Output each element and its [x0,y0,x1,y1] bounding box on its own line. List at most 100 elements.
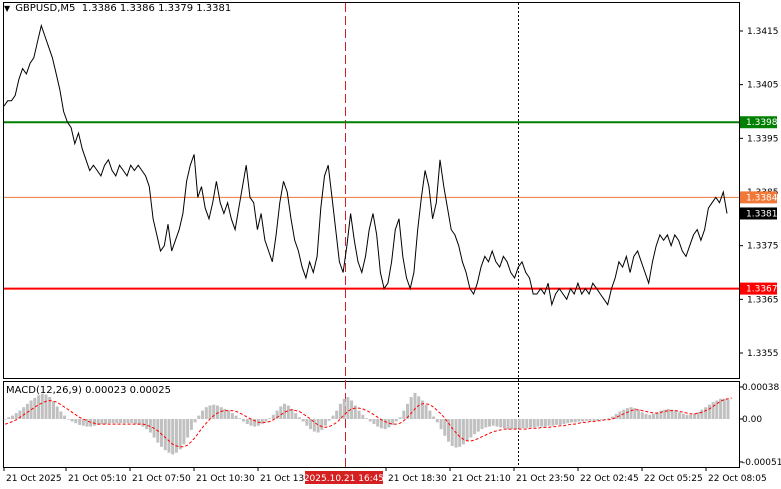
macd-bar [625,408,629,419]
macd-bar [3,419,7,420]
macd-bar [510,419,514,430]
time-tick-label: 21 Oct 18:30 [388,474,447,484]
macd-bar [365,418,368,419]
macd-bar [335,410,339,419]
macd-bar [52,401,55,419]
ohlc-values: 1.3386 1.3386 1.3379 1.3381 [81,3,232,14]
macd-bar [89,419,93,427]
macd-bar [346,397,350,419]
macd-bar [543,419,547,427]
macd-bar [514,419,518,430]
macd-bar [361,414,365,419]
macd-bar [409,397,413,419]
macd-bar [443,419,447,436]
macd-bar [726,399,730,419]
macd-bar [607,418,611,419]
macd-bar [447,419,450,442]
macd-bar [70,419,74,422]
macd-bar [588,419,592,421]
macd-bar [648,414,652,419]
macd-bar [570,419,573,423]
price-tick-label: 1.3355 [747,349,779,359]
macd-bar [134,419,137,425]
macd-bar [488,419,491,427]
macd-bar [555,419,559,425]
macd-bar [420,400,424,419]
macd-bar [499,419,503,428]
macd-bar [238,418,242,419]
macd-bar [145,419,149,430]
dropdown-triangle-icon[interactable]: ▼ [4,4,12,13]
macd-bar [271,414,275,419]
macd-bar [495,419,499,427]
macd-bar [435,419,439,423]
macd-bar [44,394,48,419]
macd-bar [517,419,521,429]
macd-bar [577,419,581,422]
macd-bar [279,406,283,419]
macd-bar [562,419,566,425]
macd-bar [174,419,178,453]
macd-bar [521,419,525,429]
macd-bar [398,417,402,419]
price-tick-label: 1.3395 [747,134,779,144]
macd-bar [473,419,477,435]
macd-bar [264,419,268,422]
macd-bar [678,412,682,419]
macd-bar [126,419,130,424]
macd-bar [439,419,443,430]
price-tick-label: 1.3365 [747,295,779,305]
macd-bar [74,419,78,424]
macd-bar [424,404,428,419]
macd-bar [55,406,59,419]
macd-bar [320,419,324,430]
symbol-label: GBPUSD,M5 [15,3,76,14]
macd-bar [186,419,190,438]
macd-bar [260,419,264,425]
macd-bar [547,419,551,426]
macd-bar [66,419,70,420]
macd-bar [376,419,380,427]
macd-bar [693,413,696,419]
macd-bar [107,419,111,424]
macd-bar [432,416,436,419]
macd-bar [461,419,465,445]
macd-bar [551,419,555,426]
macd-title: MACD(12,26,9) 0.00023 0.00025 [6,385,172,396]
macd-tick-label: 0.00 [742,415,762,425]
macd-bar [368,419,372,422]
macd-bar [301,419,305,422]
macd-bar [558,419,562,425]
macd-bar [286,405,290,419]
macd-bar [413,392,417,419]
macd-bar [338,403,342,419]
macd-bar [383,419,387,430]
macd-bar [618,411,622,419]
macd-bar [719,398,723,419]
macd-bar [122,419,126,424]
macd-bar [327,419,331,421]
macd-bar [111,419,115,424]
macd-bar [540,419,544,427]
macd-bar [93,419,96,426]
macd-bar [573,419,577,423]
time-tick-label: 21 Oct 10:30 [196,474,255,484]
chart-window[interactable]: 1.34151.34051.33951.33851.33751.33651.33… [0,0,781,489]
macd-bar [141,419,145,427]
macd-bar [480,419,484,430]
price-pane[interactable] [3,2,740,379]
time-tick-label: 21 Oct 07:50 [132,474,191,484]
macd-bar [402,410,406,419]
macd-bar [268,418,272,419]
macd-bar [242,419,245,422]
macd-bar [178,419,182,450]
macd-bar [227,410,231,419]
macd-bar [637,409,641,419]
macd-axis: 0.00038 0.00 -0.00051 [739,383,781,468]
macd-bar [525,419,529,429]
macd-bar [536,419,540,427]
macd-bar [22,407,26,419]
crosshair-time-label: 2025.10.21 16:45 [304,471,384,484]
macd-bar [652,413,655,419]
macd-tick-label: -0.00051 [742,458,781,468]
